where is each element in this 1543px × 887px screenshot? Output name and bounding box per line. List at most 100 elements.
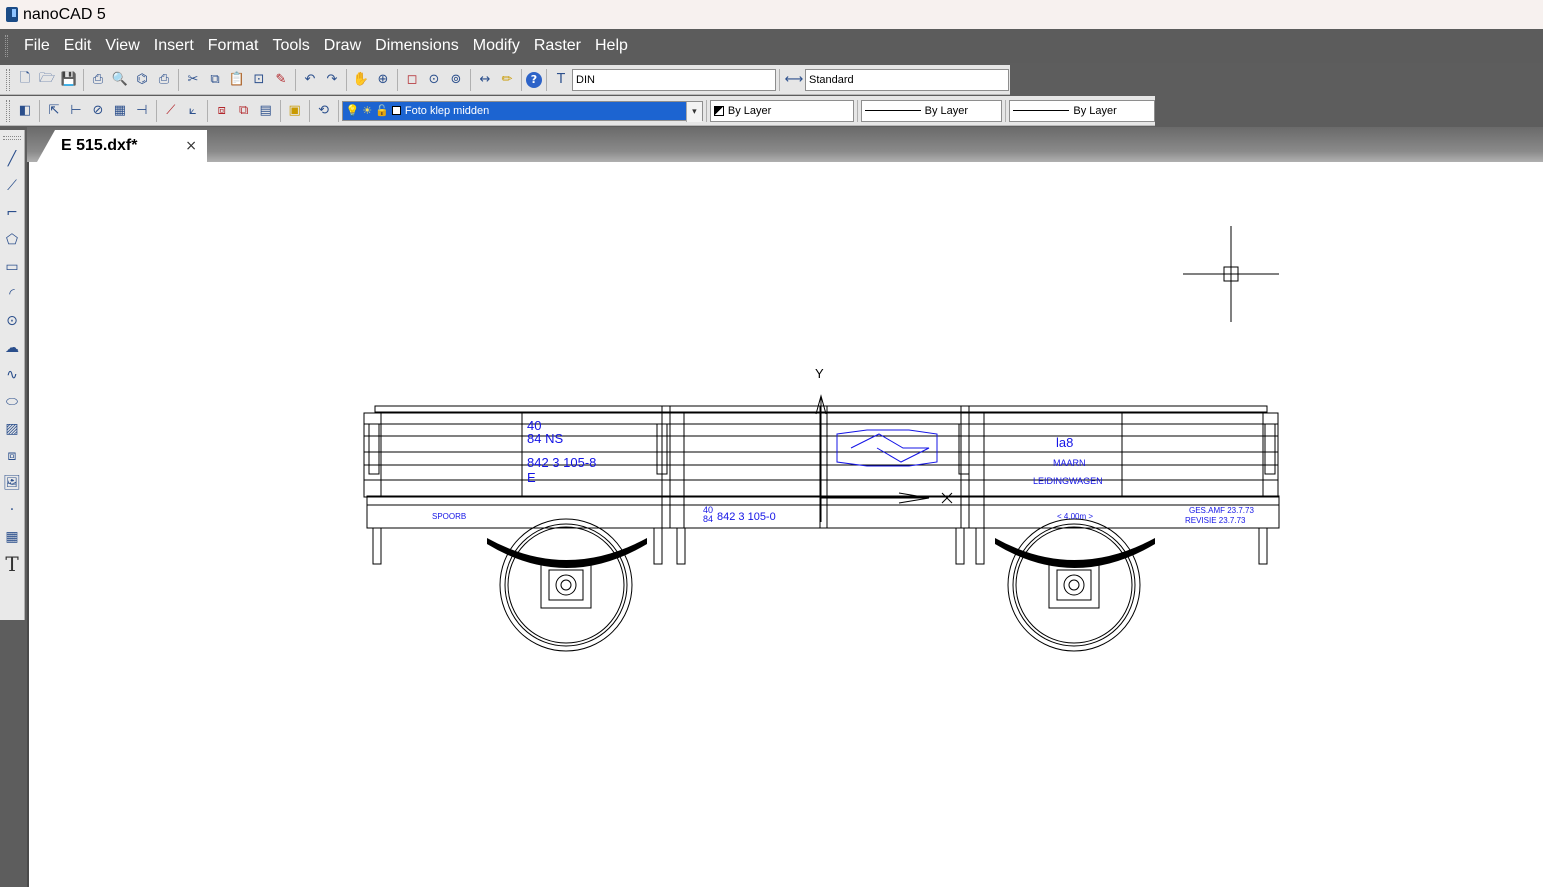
drawing-canvas[interactable]: 40 84 NS 842 3 105-8 E la8 MAARN LEIDING… xyxy=(27,162,1543,887)
print-preview-icon[interactable]: 🔍 xyxy=(110,70,130,90)
toolbar-separator xyxy=(346,68,347,91)
toolbar-separator xyxy=(397,68,398,91)
toolbar-grip[interactable] xyxy=(6,68,10,91)
text-bottom-84: 84 xyxy=(703,514,713,524)
menu-edit[interactable]: Edit xyxy=(57,29,99,63)
menu-modify[interactable]: Modify xyxy=(466,29,527,63)
undo-icon[interactable]: ↶ xyxy=(300,70,320,90)
linetype-select[interactable]: By Layer xyxy=(860,99,1003,122)
pan-icon[interactable]: ✋ xyxy=(351,70,371,90)
layer-select[interactable]: 💡 ☀ 🔓 Foto klep midden ▾ xyxy=(341,100,703,122)
insert-image-icon[interactable]: 🖼 xyxy=(2,470,22,495)
text-length: < 4.00m > xyxy=(1057,512,1093,521)
print-icon[interactable]: ⎙ xyxy=(154,70,174,90)
copy-icon[interactable]: ⧉ xyxy=(205,70,225,90)
circle-slash-icon[interactable]: ⊘ xyxy=(88,101,108,121)
line-icon[interactable]: ╱ xyxy=(2,146,22,171)
cut-icon[interactable]: ✂ xyxy=(183,70,203,90)
menu-dimensions[interactable]: Dimensions xyxy=(368,29,466,63)
polygon-icon[interactable]: ⬠ xyxy=(2,227,22,252)
layer-lock-icon[interactable]: 🔓 xyxy=(375,104,389,117)
document-tab[interactable]: E 515.dxf* × xyxy=(37,130,207,162)
match-properties-icon[interactable]: ✎ xyxy=(271,70,291,90)
zoom-previous-icon[interactable]: ⊙ xyxy=(424,70,444,90)
snap-icon[interactable]: ⟋ xyxy=(161,101,181,121)
text-84ns: 84 NS xyxy=(527,431,563,446)
menu-file[interactable]: File xyxy=(17,29,57,63)
paste-special-icon[interactable]: ⊡ xyxy=(249,70,269,90)
save-icon[interactable]: 💾 xyxy=(59,70,79,90)
text-ges-amf: GES.AMF 23.7.73 xyxy=(1189,506,1254,515)
linetype-preview xyxy=(864,110,921,111)
layer-on-icon[interactable]: 💡 xyxy=(346,104,360,117)
menu-insert[interactable]: Insert xyxy=(147,29,201,63)
zoom-realtime-icon[interactable]: ⊕ xyxy=(373,70,393,90)
ucs-y-label: Y xyxy=(815,366,824,381)
publish-icon[interactable]: ⌬ xyxy=(132,70,152,90)
menu-format[interactable]: Format xyxy=(201,29,266,63)
menu-help[interactable]: Help xyxy=(588,29,635,63)
rectangle-icon[interactable]: ▭ xyxy=(2,254,22,279)
toolbar-separator xyxy=(155,99,157,122)
table-icon[interactable]: ▦ xyxy=(2,524,22,549)
layer-freeze-icon[interactable]: ☀ xyxy=(362,104,372,117)
dim-style-select[interactable]: Standard xyxy=(805,68,1009,91)
arc-icon[interactable]: ◜ xyxy=(2,281,22,306)
lineweight-select[interactable]: By Layer xyxy=(1009,99,1156,122)
properties-icon[interactable]: ▣ xyxy=(285,101,305,121)
drawing-svg: 40 84 NS 842 3 105-8 E la8 MAARN LEIDING… xyxy=(363,226,1280,652)
menubar-grip[interactable] xyxy=(5,35,8,57)
title-bar: nanoCAD 5 xyxy=(0,0,1543,29)
circle-icon[interactable]: ⊙ xyxy=(2,308,22,333)
polar-icon[interactable]: ⟀ xyxy=(183,101,203,121)
dim-style-icon[interactable]: ⟷ xyxy=(784,70,804,90)
dimension-linear-icon[interactable]: ⊢ xyxy=(66,101,86,121)
layer-previous-icon[interactable]: ⟲ xyxy=(314,101,334,121)
text-style-select[interactable]: DIN xyxy=(572,68,776,91)
toolbar-separator xyxy=(178,68,179,91)
menu-draw[interactable]: Draw xyxy=(317,29,368,63)
paste-icon[interactable]: 📋 xyxy=(227,70,247,90)
draw-toolbar: ╱ ⟋ ⌐ ⬠ ▭ ◜ ⊙ ☁ ∿ ⬭ ▨ ⧈ 🖼 · ▦ T xyxy=(0,130,25,620)
insert-block-icon[interactable]: ⧉ xyxy=(234,101,254,121)
layer-manager-icon[interactable]: ◧ xyxy=(15,101,35,121)
ortho-icon[interactable]: ⊣ xyxy=(132,101,152,121)
help-icon[interactable]: ? xyxy=(526,71,542,88)
toolbar-grip[interactable] xyxy=(3,136,21,140)
spline-icon[interactable]: ∿ xyxy=(2,362,22,387)
zoom-extents-icon[interactable]: ⊚ xyxy=(446,70,466,90)
toolbar-separator xyxy=(779,68,780,91)
toolbar-grip[interactable] xyxy=(6,99,10,122)
construction-line-icon[interactable]: ⟋ xyxy=(2,173,22,198)
close-tab-icon[interactable]: × xyxy=(185,138,197,154)
open-file-icon[interactable]: 🗁 xyxy=(37,70,57,90)
zoom-window-icon[interactable]: ◻ xyxy=(402,70,422,90)
menu-tools[interactable]: Tools xyxy=(265,29,316,63)
insert-block-icon[interactable]: ⧈ xyxy=(2,443,22,468)
menu-raster[interactable]: Raster xyxy=(527,29,588,63)
select-icon[interactable]: ⇱ xyxy=(44,101,64,121)
color-select[interactable]: By Layer xyxy=(709,99,854,122)
redo-icon[interactable]: ↷ xyxy=(322,70,342,90)
attributes-icon[interactable]: ▤ xyxy=(256,101,276,121)
toolbar-separator xyxy=(279,99,281,122)
toolbar-separator xyxy=(206,99,208,122)
new-file-icon[interactable]: 🗋 xyxy=(15,70,35,90)
text-icon[interactable]: T xyxy=(2,551,22,576)
ellipse-icon[interactable]: ⬭ xyxy=(2,389,22,414)
grid-icon[interactable]: ▦ xyxy=(110,101,130,121)
text-style-icon[interactable]: T xyxy=(551,70,571,90)
point-icon[interactable]: · xyxy=(2,497,22,522)
plot-icon[interactable]: ⎙ xyxy=(88,70,108,90)
toolbar-separator xyxy=(521,68,522,91)
polyline-icon[interactable]: ⌐ xyxy=(2,200,22,225)
revision-cloud-icon[interactable]: ☁ xyxy=(2,335,22,360)
block-icon[interactable]: ⧈ xyxy=(212,101,232,121)
hatch-icon[interactable]: ▨ xyxy=(2,416,22,441)
toolbar-separator xyxy=(470,68,471,91)
menu-view[interactable]: View xyxy=(98,29,146,63)
standard-toolbar: 🗋 🗁 💾 ⎙ 🔍 ⌬ ⎙ ✂ ⧉ 📋 ⊡ ✎ ↶ ↷ ✋ ⊕ ◻ ⊙ ⊚ ↔ … xyxy=(0,65,1010,95)
pencil-icon[interactable]: ✏ xyxy=(497,70,517,90)
layer-dropdown-arrow[interactable]: ▾ xyxy=(685,101,702,122)
distance-icon[interactable]: ↔ xyxy=(475,70,495,90)
